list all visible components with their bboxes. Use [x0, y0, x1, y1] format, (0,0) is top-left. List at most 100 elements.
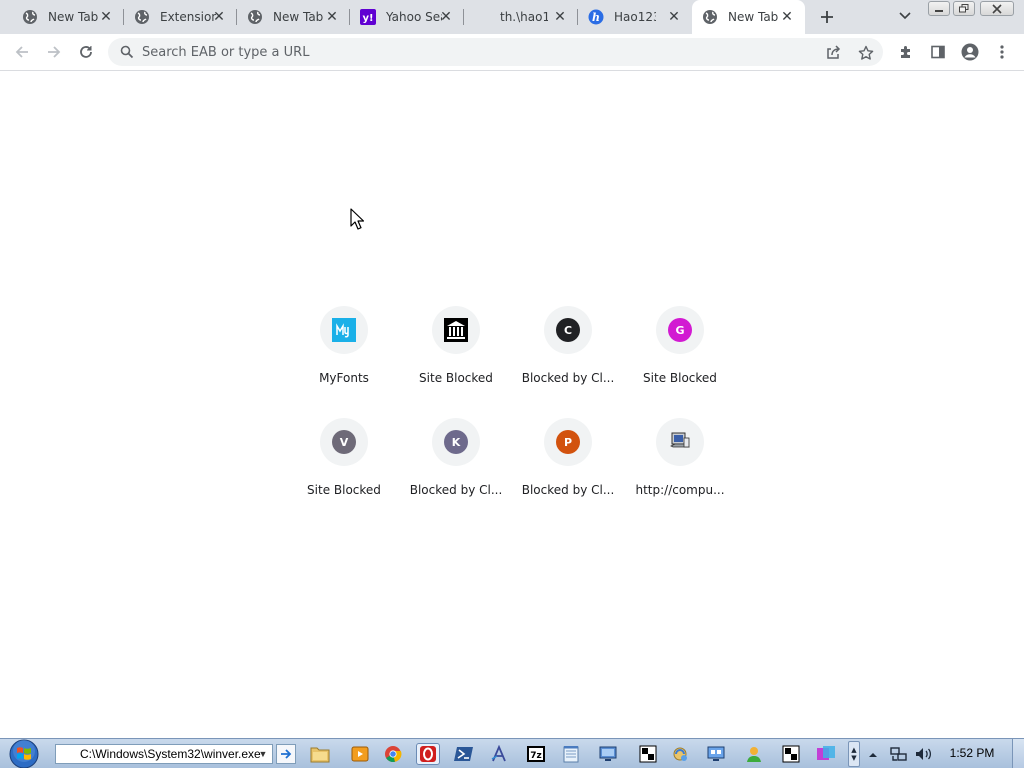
explorer-taskbar-button[interactable]: [308, 743, 332, 765]
close-icon[interactable]: ✕: [211, 9, 227, 25]
start-button[interactable]: [3, 739, 45, 768]
tab-7-active[interactable]: New Tab ✕: [692, 0, 805, 34]
7zip-icon: 7z: [527, 746, 545, 762]
computer-icon: [670, 432, 690, 448]
tab-4[interactable]: y! Yahoo Search ✕: [350, 0, 464, 34]
tab-5[interactable]: th.\hao123 ✕: [464, 0, 578, 34]
reload-button[interactable]: [74, 40, 98, 64]
app-taskbar-button[interactable]: [636, 743, 660, 765]
close-icon[interactable]: ✕: [438, 9, 454, 25]
tab-3[interactable]: New Tab ✕: [237, 0, 350, 34]
powershell-taskbar-button[interactable]: [452, 743, 476, 765]
globe-icon: [247, 9, 263, 25]
extensions-button[interactable]: [894, 40, 918, 64]
close-icon[interactable]: ✕: [324, 9, 340, 25]
address-toolbar-input[interactable]: C:\Windows\System32\winver.exe ▼: [55, 744, 273, 764]
shortcut-icon-circle: K: [432, 418, 480, 466]
shortcut-tile[interactable]: G Site Blocked: [624, 302, 736, 414]
media-player-taskbar-button[interactable]: [348, 743, 372, 765]
7zip-taskbar-button[interactable]: 7z: [524, 743, 548, 765]
globe-icon: [702, 9, 718, 25]
remote-desktop-taskbar-button[interactable]: [596, 743, 620, 765]
media-player-icon: [351, 746, 369, 762]
user-icon: [747, 747, 761, 762]
close-icon[interactable]: ✕: [98, 9, 114, 25]
settings-taskbar-button[interactable]: [668, 743, 692, 765]
app-taskbar-button-3[interactable]: [814, 743, 838, 765]
reload-icon: [80, 46, 92, 58]
shortcut-tile[interactable]: Site Blocked: [400, 302, 512, 414]
shortcut-icon-circle: G: [656, 306, 704, 354]
back-button[interactable]: [10, 40, 34, 64]
shortcut-tile[interactable]: P Blocked by Cl...: [512, 414, 624, 526]
close-icon[interactable]: ✕: [552, 9, 568, 25]
bookmark-button[interactable]: [857, 44, 875, 62]
tab-2[interactable]: Extensions ✕: [124, 0, 237, 34]
shortcut-tile[interactable]: MyFonts: [288, 302, 400, 414]
go-button[interactable]: [276, 744, 296, 764]
system-info-taskbar-button[interactable]: [704, 743, 728, 765]
forward-button[interactable]: [42, 40, 66, 64]
side-panel-button[interactable]: [926, 40, 950, 64]
star-icon: [858, 45, 874, 60]
app-taskbar-button-2[interactable]: [779, 743, 803, 765]
windows-logo-icon: [9, 739, 39, 768]
tab-1[interactable]: New Tab ✕: [12, 0, 124, 34]
tab-search-button[interactable]: [895, 6, 915, 26]
letter-v-icon: V: [332, 430, 356, 454]
shortcut-label: Site Blocked: [307, 483, 381, 497]
omnibox[interactable]: [108, 38, 883, 66]
tab-6[interactable]: h Hao123 ✕: [578, 0, 692, 34]
globe-icon: [22, 9, 38, 25]
arrow-right-icon: [48, 46, 61, 58]
minimize-button[interactable]: [928, 1, 950, 16]
shortcut-tile[interactable]: C Blocked by Cl...: [512, 302, 624, 414]
yahoo-icon: y!: [360, 9, 376, 25]
arrow-left-icon: [15, 46, 28, 58]
script-editor-taskbar-button[interactable]: [487, 743, 511, 765]
chevron-up-icon: [869, 752, 877, 757]
letter-k-icon: K: [444, 430, 468, 454]
shortcut-label: Site Blocked: [643, 371, 717, 385]
new-tab-button[interactable]: [815, 5, 839, 29]
omnibox-input[interactable]: [142, 44, 782, 60]
taskbar-clock[interactable]: 1:52 PM: [940, 746, 1004, 760]
shortcut-icon-circle: V: [320, 418, 368, 466]
taskbar-scroll[interactable]: ▲ ▼: [848, 741, 860, 767]
user-taskbar-button[interactable]: [742, 743, 766, 765]
tab-title: Extensions: [160, 10, 216, 24]
svg-text:y!: y!: [362, 13, 373, 24]
app-grid-icon: [782, 745, 800, 763]
menu-button[interactable]: [990, 40, 1014, 64]
close-icon[interactable]: ✕: [666, 9, 682, 25]
tab-title: New Tab: [728, 10, 779, 24]
app-grid-icon: [639, 745, 657, 763]
plus-icon: [821, 11, 833, 23]
shortcut-icon-circle: [432, 306, 480, 354]
chevron-down-icon[interactable]: ▼: [256, 746, 270, 762]
opera-icon: [420, 746, 436, 762]
opera-taskbar-button[interactable]: [416, 743, 440, 765]
show-desktop-button[interactable]: [1012, 739, 1024, 768]
close-icon[interactable]: ✕: [779, 9, 795, 25]
restore-icon: [959, 4, 969, 13]
shortcut-icon-circle: P: [544, 418, 592, 466]
shortcut-label: Blocked by Cl...: [521, 483, 615, 497]
mouse-cursor-icon: [350, 208, 364, 230]
close-window-button[interactable]: [980, 1, 1014, 16]
letter-p-icon: P: [556, 430, 580, 454]
network-tray-icon[interactable]: [889, 743, 909, 765]
volume-tray-icon[interactable]: [913, 743, 933, 765]
chevron-down-icon: ▼: [851, 754, 857, 762]
shortcut-tile[interactable]: http://compu...: [624, 414, 736, 526]
restore-button[interactable]: [953, 1, 975, 16]
shortcut-tile[interactable]: V Site Blocked: [288, 414, 400, 526]
svg-text:h: h: [592, 11, 600, 24]
show-hidden-icons-button[interactable]: [866, 743, 880, 765]
shortcut-tile[interactable]: K Blocked by Cl...: [400, 414, 512, 526]
share-button[interactable]: [824, 44, 842, 62]
notepad-taskbar-button[interactable]: [559, 743, 583, 765]
chrome-taskbar-button[interactable]: [381, 743, 405, 765]
profile-button[interactable]: [958, 40, 982, 64]
hao123-icon: h: [588, 9, 604, 25]
